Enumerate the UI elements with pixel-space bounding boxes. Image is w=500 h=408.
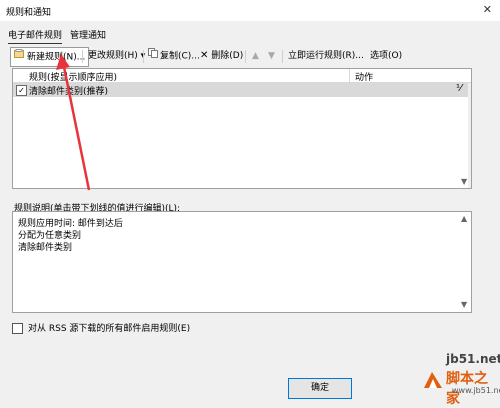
rss-rules-option[interactable]: 对从 RSS 源下载的所有邮件启用规则(E) [12,321,190,334]
delete-label: 删除(D) [211,51,244,61]
run-rules-button[interactable]: 立即运行规则(R)... [288,47,364,65]
toolbar-divider [82,50,83,63]
copy-icon [148,47,158,65]
toolbar-divider [143,50,144,63]
new-rule-button[interactable]: 新建规则(N)... [10,47,90,67]
rule-description-box: 规则应用时间: 邮件到达后 分配为任意类别 清除邮件类别 ▲ ▼ [12,211,472,313]
up-arrow-icon: ▲ [252,51,259,61]
delete-icon: ✕ [200,50,209,61]
column-header-action[interactable]: 动作 [355,70,373,83]
tab-email-rules[interactable]: 电子邮件规则 [8,28,63,44]
move-down-button[interactable]: ▼ [268,47,275,65]
rule-enabled-checkbox[interactable]: ✓ [16,85,27,96]
options-button[interactable]: 选项(O) [370,47,402,65]
toolbar: 新建规则(N)... 更改规则(H) ▾ 复制(C)... ✕ 删除(D) ▲ … [10,47,480,67]
scrollbar[interactable] [468,83,471,188]
down-arrow-icon: ▼ [268,51,275,61]
rss-checkbox[interactable] [12,323,23,334]
rule-name: 清除邮件类别(推荐) [29,87,109,97]
scroll-up-icon[interactable]: ▲ [461,214,467,223]
rule-row[interactable]: ✓ 清除邮件类别(推荐) ⅟ [13,83,471,97]
options-label: 选项(O) [370,51,403,61]
title-bar: 规则和通知 ✕ [0,0,500,21]
delete-button[interactable]: ✕ 删除(D) [200,47,243,65]
ok-button[interactable]: 确定 [288,378,352,399]
close-icon[interactable]: ✕ [483,3,492,16]
rules-list: 规则(按显示顺序应用) 动作 ✓ 清除邮件类别(推荐) ⅟ ▼ [12,68,472,189]
column-header-rule[interactable]: 规则(按显示顺序应用) [29,70,117,83]
tab-manage-alerts[interactable]: 管理通知 [70,28,106,41]
description-line: 清除邮件类别 [18,243,73,253]
column-divider[interactable] [349,69,350,82]
toolbar-divider [245,50,246,63]
rule-action-icon: ⅟ [456,83,462,94]
change-rule-label: 更改规则(H) [88,51,138,61]
rss-label: 对从 RSS 源下载的所有邮件启用规则(E) [28,324,191,334]
rules-list-header: 规则(按显示顺序应用) 动作 [13,69,471,83]
scroll-down-icon[interactable]: ▼ [461,177,467,186]
watermark-url: www.jb51.net [452,386,500,395]
copy-button[interactable]: 复制(C)... [148,47,200,65]
window-title: 规则和通知 [6,8,52,18]
watermark-logo-icon [422,370,444,393]
copy-label: 复制(C)... [160,51,200,62]
run-rules-label: 立即运行规则(R)... [288,51,364,61]
watermark: jb51.net 脚本之家 www.jb51.net [420,352,500,407]
watermark-site: jb51.net [446,352,500,366]
change-rule-button[interactable]: 更改规则(H) ▾ [88,47,145,65]
toolbar-divider [282,50,283,63]
scroll-down-icon[interactable]: ▼ [461,300,467,309]
move-up-button[interactable]: ▲ [252,47,259,65]
new-rule-icon [14,48,25,66]
new-rule-label: 新建规则(N)... [27,52,86,63]
